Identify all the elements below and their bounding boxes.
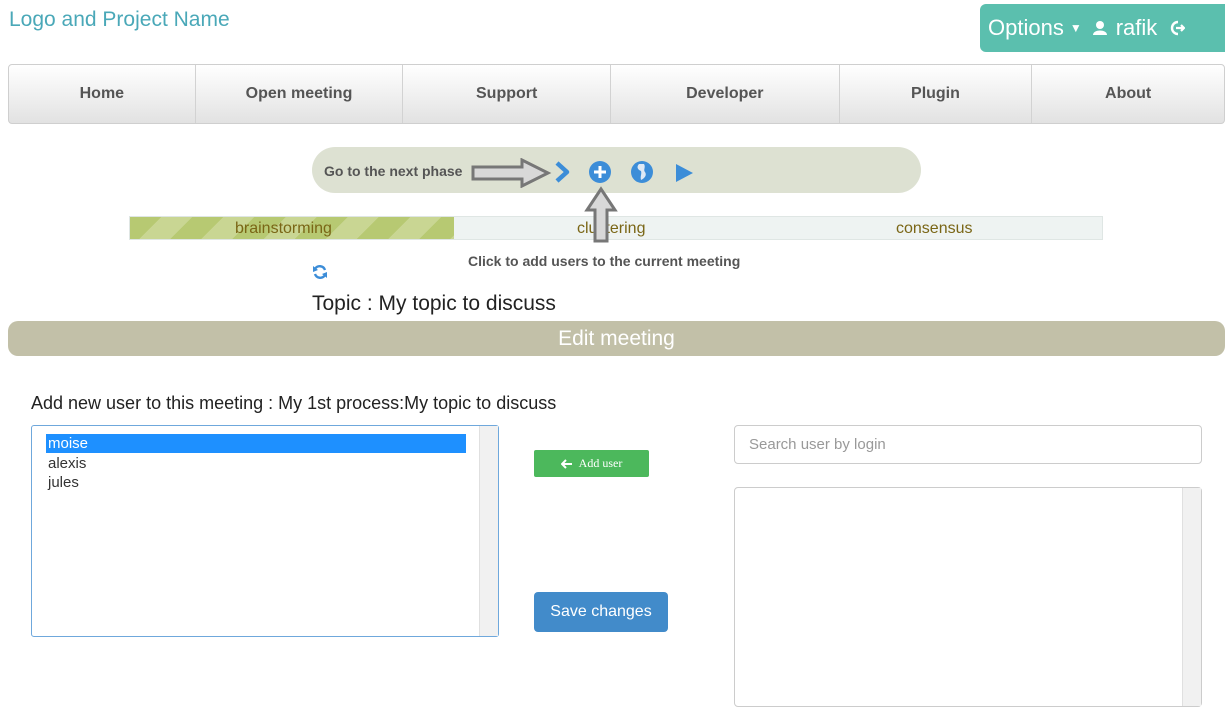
options-label[interactable]: Options (988, 15, 1064, 41)
nav-about[interactable]: About (1032, 65, 1224, 123)
search-results-list[interactable] (734, 487, 1202, 707)
edit-meeting-header: Edit meeting (8, 321, 1225, 356)
nav-developer[interactable]: Developer (611, 65, 840, 123)
add-user-label-text: Add user (578, 456, 623, 470)
user-icon (1092, 20, 1108, 36)
add-users-hint: Click to add users to the current meetin… (468, 253, 741, 269)
results-scrollbar[interactable] (1182, 488, 1201, 706)
refresh-icon[interactable] (312, 264, 328, 280)
user-option-alexis[interactable]: alexis (46, 454, 86, 473)
account-menu[interactable]: Options ▼ rafik (980, 4, 1225, 52)
caret-down-icon: ▼ (1069, 21, 1082, 35)
add-user-plus-icon[interactable] (588, 160, 612, 184)
add-user-label: Add new user to this meeting : My 1st pr… (31, 393, 557, 413)
brand-title[interactable]: Logo and Project Name (9, 8, 230, 32)
logout-icon[interactable] (1169, 20, 1186, 36)
play-icon[interactable] (673, 162, 695, 184)
nav-plugin[interactable]: Plugin (840, 65, 1033, 123)
main-navbar: Home Open meeting Support Developer Plug… (8, 64, 1225, 124)
user-option-moise[interactable]: moise (46, 434, 466, 453)
nav-home[interactable]: Home (9, 65, 196, 123)
nav-support[interactable]: Support (403, 65, 611, 123)
save-changes-button[interactable]: Save changes (534, 592, 668, 632)
add-user-button[interactable]: Add user (534, 450, 649, 477)
list-scrollbar[interactable] (479, 426, 498, 636)
user-option-jules[interactable]: jules (46, 473, 79, 492)
nav-open-meeting[interactable]: Open meeting (196, 65, 404, 123)
annotation-arrow-up-icon (584, 186, 618, 243)
arrow-left-icon (560, 458, 572, 469)
globe-icon[interactable] (630, 160, 654, 184)
edit-meeting-title: Edit meeting (558, 326, 675, 350)
user-select-list[interactable]: moise alexis jules (31, 425, 499, 637)
stage-consensus: consensus (896, 220, 973, 237)
stage-brainstorming: brainstorming (235, 220, 332, 237)
next-chevron-icon[interactable] (553, 161, 571, 183)
username[interactable]: rafik (1116, 15, 1158, 41)
topic-title: Topic : My topic to discuss (312, 292, 556, 315)
annotation-arrow-right-icon (471, 158, 552, 188)
next-phase-label: Go to the next phase (324, 163, 463, 179)
search-user-input[interactable] (734, 425, 1202, 464)
